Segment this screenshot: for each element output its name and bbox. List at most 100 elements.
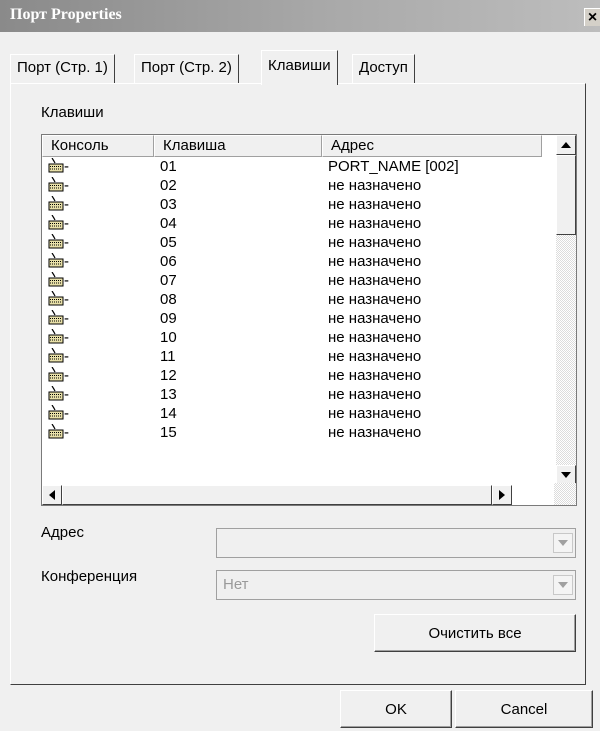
clear-all-button[interactable]: Очистить все (374, 614, 576, 652)
keyboard-icon (48, 195, 64, 216)
keyboard-icon (48, 290, 64, 311)
table-row[interactable]: - 11 не назначено (42, 347, 542, 366)
address-cell: не назначено (328, 272, 422, 289)
keyboard-icon (48, 423, 64, 444)
console-cell: - (48, 328, 69, 349)
list-body: - 01 PORT_NAME [002] - 02 не назначено - 03 не н… (42, 157, 542, 442)
console-value: - (64, 367, 69, 384)
scroll-up-button[interactable] (556, 135, 576, 155)
address-cell: не назначено (328, 348, 422, 365)
console-value: - (64, 158, 69, 175)
table-row[interactable]: - 02 не назначено (42, 176, 542, 195)
console-cell: - (48, 214, 69, 235)
key-cell: 08 (160, 291, 177, 308)
console-value: - (64, 348, 69, 365)
key-cell: 12 (160, 367, 177, 384)
table-row[interactable]: - 07 не назначено (42, 271, 542, 290)
table-row[interactable]: - 05 не назначено (42, 233, 542, 252)
console-value: - (64, 291, 69, 308)
arrow-left-icon (49, 490, 55, 500)
keyboard-icon (48, 252, 64, 273)
table-row[interactable]: - 09 не назначено (42, 309, 542, 328)
arrow-up-icon (561, 142, 571, 148)
keyboard-icon (48, 214, 64, 235)
address-cell: не назначено (328, 367, 422, 384)
keyboard-icon (48, 309, 64, 330)
column-header-key[interactable]: Клавиша (154, 135, 322, 157)
cancel-button[interactable]: Cancel (455, 690, 593, 728)
conference-combobox[interactable]: Нет (216, 570, 576, 600)
address-cell: не назначено (328, 329, 422, 346)
conference-dropdown-button[interactable] (553, 575, 573, 595)
console-value: - (64, 272, 69, 289)
key-cell: 14 (160, 405, 177, 422)
key-cell: 05 (160, 234, 177, 251)
table-row[interactable]: - 03 не назначено (42, 195, 542, 214)
console-value: - (64, 253, 69, 270)
address-cell: не назначено (328, 253, 422, 270)
key-cell: 11 (160, 348, 176, 365)
address-cell: не назначено (328, 424, 422, 441)
address-cell: не назначено (328, 310, 422, 327)
keyboard-icon (48, 176, 64, 197)
conference-label: Конференция (41, 568, 138, 585)
console-value: - (64, 329, 69, 346)
address-cell: не назначено (328, 196, 422, 213)
keyboard-icon (48, 233, 64, 254)
table-row[interactable]: - 15 не назначено (42, 423, 542, 442)
keyboard-icon (48, 385, 64, 406)
scroll-down-button[interactable] (556, 465, 576, 485)
list-header: Консоль Клавиша Адрес (42, 135, 542, 157)
console-value: - (64, 177, 69, 194)
console-value: - (64, 424, 69, 441)
console-cell: - (48, 195, 69, 216)
title-bar: Порт Properties × (0, 0, 600, 32)
key-cell: 10 (160, 329, 177, 346)
table-row[interactable]: - 01 PORT_NAME [002] (42, 157, 542, 176)
tab-port-page-2[interactable]: Порт (Стр. 2) (134, 54, 239, 84)
table-row[interactable]: - 04 не назначено (42, 214, 542, 233)
key-cell: 13 (160, 386, 177, 403)
address-cell: не назначено (328, 234, 422, 251)
keyboard-icon (48, 347, 64, 368)
table-row[interactable]: - 14 не назначено (42, 404, 542, 423)
keyboard-icon (48, 157, 64, 178)
keys-list-view[interactable]: Консоль Клавиша Адрес - 01 PORT_NAME [002]… (41, 134, 577, 506)
console-value: - (64, 215, 69, 232)
tab-access[interactable]: Доступ (352, 54, 415, 84)
scroll-right-button[interactable] (492, 485, 512, 505)
column-header-console[interactable]: Консоль (42, 135, 154, 157)
console-value: - (64, 310, 69, 327)
table-row[interactable]: - 12 не назначено (42, 366, 542, 385)
tab-port-page-1[interactable]: Порт (Стр. 1) (10, 54, 115, 84)
arrow-right-icon (499, 490, 505, 500)
console-value: - (64, 196, 69, 213)
console-cell: - (48, 347, 69, 368)
window-title: Порт Properties (10, 6, 122, 23)
horizontal-scroll-thumb[interactable] (62, 485, 492, 505)
table-row[interactable]: - 08 не назначено (42, 290, 542, 309)
key-cell: 15 (160, 424, 177, 441)
tab-keys[interactable]: Клавиши (261, 50, 338, 85)
vertical-scroll-thumb[interactable] (556, 155, 576, 235)
ok-button[interactable]: OK (340, 690, 452, 728)
key-cell: 03 (160, 196, 177, 213)
console-cell: - (48, 176, 69, 197)
address-cell: PORT_NAME [002] (328, 158, 459, 175)
horizontal-scrollbar[interactable] (42, 485, 556, 505)
keyboard-icon (48, 366, 64, 387)
console-cell: - (48, 366, 69, 387)
scroll-left-button[interactable] (42, 485, 62, 505)
address-cell: не назначено (328, 215, 422, 232)
vertical-scrollbar[interactable] (556, 135, 576, 485)
column-header-address[interactable]: Адрес (322, 135, 542, 157)
key-cell: 02 (160, 177, 177, 194)
table-row[interactable]: - 06 не назначено (42, 252, 542, 271)
address-combobox[interactable] (216, 528, 576, 558)
close-button[interactable]: × (584, 8, 600, 26)
key-cell: 04 (160, 215, 177, 232)
table-row[interactable]: - 13 не назначено (42, 385, 542, 404)
address-dropdown-button[interactable] (553, 533, 573, 553)
table-row[interactable]: - 10 не назначено (42, 328, 542, 347)
console-cell: - (48, 404, 69, 425)
